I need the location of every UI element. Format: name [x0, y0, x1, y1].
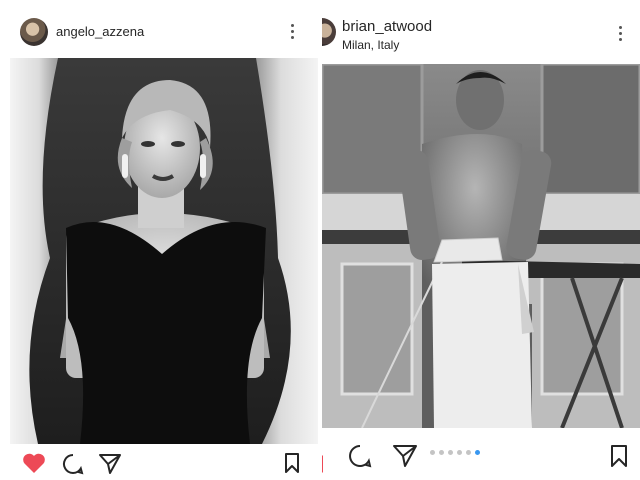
- carousel-dot: [466, 450, 471, 455]
- carousel-dot: [439, 450, 444, 455]
- heart-icon[interactable]: [22, 452, 46, 474]
- carousel-dot: [430, 450, 435, 455]
- carousel-dot: [457, 450, 462, 455]
- portrait-woman-image: [10, 58, 318, 444]
- bookmark-icon[interactable]: [284, 452, 300, 474]
- bookmark-icon[interactable]: [610, 444, 628, 468]
- carousel-dot: [475, 450, 480, 455]
- comment-icon[interactable]: [348, 444, 372, 468]
- man-ironing-image: [322, 64, 640, 428]
- location-label[interactable]: Milan, Italy: [342, 38, 399, 52]
- username[interactable]: brian_atwood: [342, 18, 432, 35]
- post-action-bar: [322, 444, 640, 480]
- post-photo[interactable]: [10, 58, 318, 444]
- avatar[interactable]: [322, 18, 336, 46]
- heart-icon[interactable]: [322, 452, 330, 474]
- carousel-indicator: [430, 450, 480, 455]
- carousel-dot: [448, 450, 453, 455]
- share-icon[interactable]: [392, 444, 418, 468]
- post-action-bar: [0, 444, 318, 480]
- comment-icon[interactable]: [62, 453, 84, 475]
- username[interactable]: angelo_azzena: [56, 24, 144, 39]
- post-card-left: angelo_azzena: [0, 0, 318, 480]
- post-header: brian_atwood Milan, Italy: [322, 0, 640, 58]
- more-options-icon[interactable]: [290, 24, 294, 40]
- post-photo[interactable]: [322, 64, 640, 428]
- share-icon[interactable]: [98, 453, 122, 475]
- post-header: angelo_azzena: [0, 0, 318, 58]
- post-card-right: brian_atwood Milan, Italy: [322, 0, 640, 480]
- avatar[interactable]: [20, 18, 48, 46]
- more-options-icon[interactable]: [618, 26, 622, 42]
